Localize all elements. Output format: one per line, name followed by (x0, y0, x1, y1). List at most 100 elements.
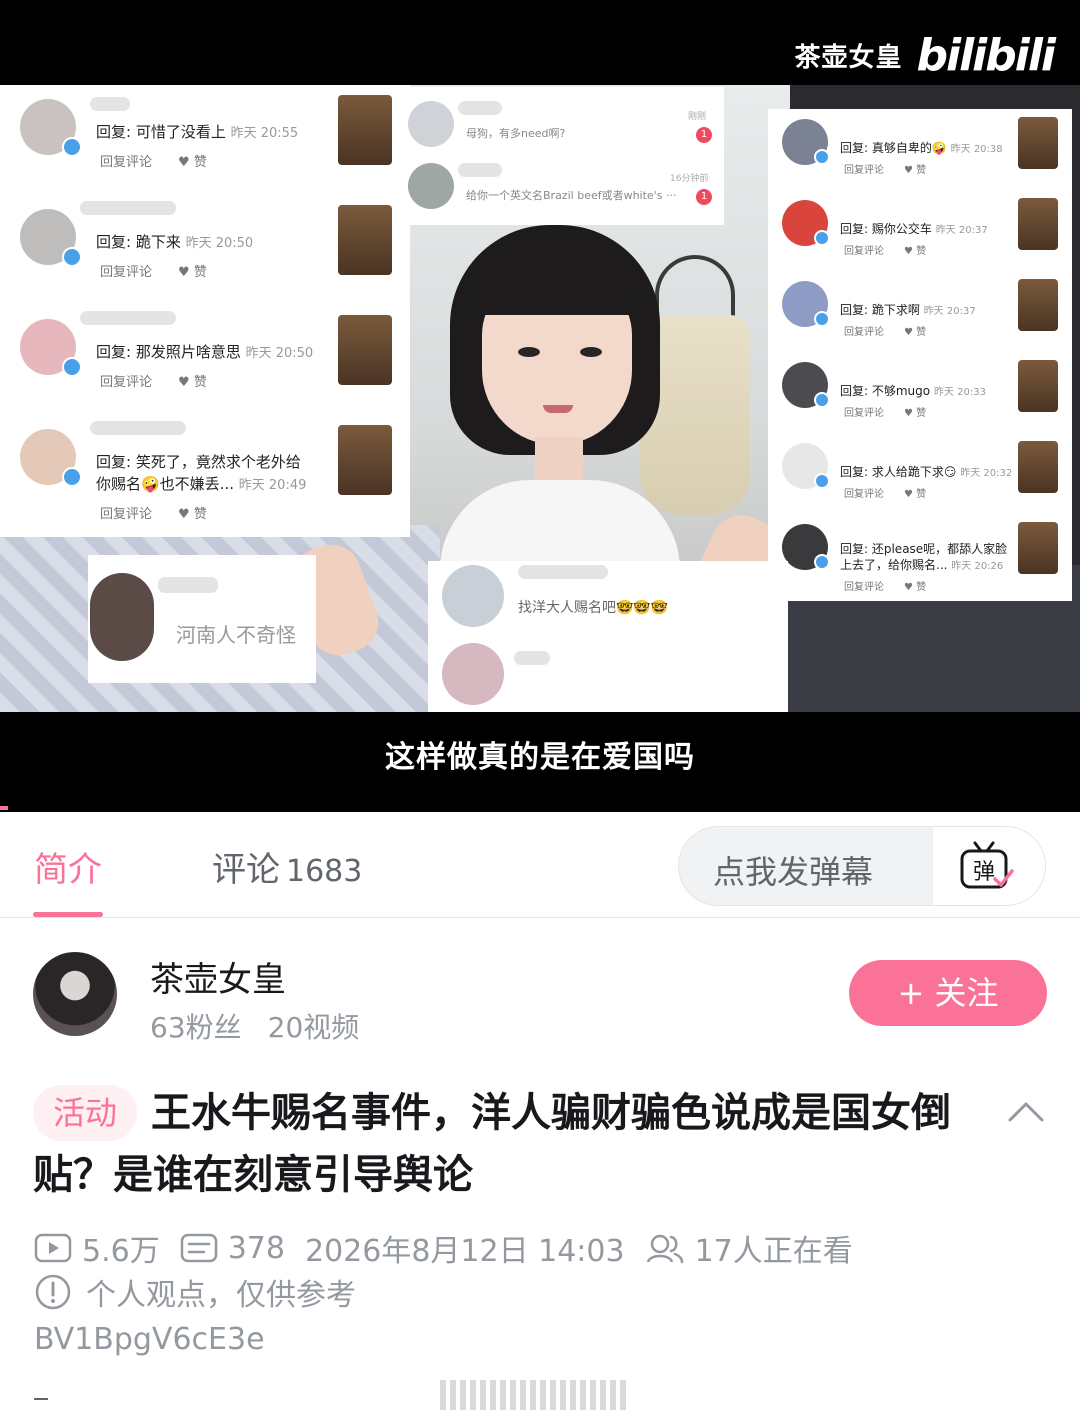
divider-dash (34, 1398, 48, 1400)
watermark-uploader-name: 茶壶女皇 (794, 43, 903, 73)
video-progress-bar[interactable] (0, 806, 8, 810)
verified-icon (62, 247, 82, 267)
comment-reply: 回复: 跪下求啊 (840, 303, 920, 317)
comment-reply: 回复: 赐你公交车 (840, 222, 932, 236)
watching-count: 17人正在看 (694, 1234, 853, 1269)
verified-icon (62, 467, 82, 487)
verified-icon (814, 392, 830, 408)
tab-intro[interactable]: 简介 (34, 842, 102, 891)
message-time: 16分钟前 (670, 174, 709, 184)
comment-screenshot-left: 回复: 可惜了没看上 昨天 20:55 回复评论 ♥ 赞 回复: 跪下来 昨天 … (0, 85, 410, 537)
comment-thumbnail (338, 425, 392, 495)
comment-time: 昨天 20:50 (245, 346, 314, 361)
like-label: 赞 (916, 582, 927, 593)
tab-comments[interactable]: 评论 1683 (212, 842, 362, 891)
avatar (408, 163, 454, 209)
comment-item: 回复: 可惜了没看上 昨天 20:55 回复评论 ♥ 赞 (0, 85, 410, 195)
like-label: 赞 (916, 165, 927, 176)
reply-comment-link: 回复评论 (844, 246, 884, 257)
verified-icon (814, 149, 830, 165)
play-count-icon (34, 1233, 72, 1263)
verified-icon (62, 357, 82, 377)
comment-thumbnail (338, 95, 392, 165)
like-label: 赞 (916, 408, 927, 419)
comment-thumbnail (1018, 117, 1058, 169)
videos-count: 20视频 (267, 1011, 360, 1044)
disclaimer: 个人观点，仅供参考 (34, 1270, 356, 1314)
verified-icon (814, 473, 830, 489)
comment-time: 昨天 20:37 (935, 225, 988, 236)
weibo-watermark (440, 1380, 630, 1410)
comment-thumbnail (1018, 522, 1058, 574)
video-meta: 5.6万 378 2026年8月12日 14:03 17人正在看 (34, 1226, 873, 1270)
danmaku-count-icon (180, 1233, 217, 1263)
unread-badge: 1 (696, 189, 712, 205)
chevron-up-icon[interactable] (1006, 1096, 1046, 1126)
video-watermark: 茶壶女皇 bilibili (794, 30, 1057, 81)
uploader-name[interactable]: 茶壶女皇 (150, 952, 286, 1001)
fans-count: 63粉丝 (150, 1011, 242, 1044)
comment-thumbnail (1018, 441, 1058, 493)
reply-comment-link: 回复评论 (844, 165, 884, 176)
verified-icon (814, 311, 830, 327)
like-label: 赞 (916, 327, 927, 338)
like-label: 赞 (193, 265, 207, 280)
like-label: 赞 (916, 489, 927, 500)
comment-reply: 回复: 不够mugo (840, 384, 931, 398)
comment-count: 1683 (286, 854, 363, 889)
comment-reply: 回复: 那发照片啥意思 (96, 343, 241, 361)
comment-thumbnail (338, 315, 392, 385)
like-label: 赞 (193, 507, 207, 522)
comment-time: 昨天 20:32 (960, 468, 1013, 479)
avatar (442, 565, 504, 627)
reply-comment-link: 回复评论 (844, 582, 884, 593)
follow-button[interactable]: + 关注 (849, 960, 1047, 1026)
comment-thumbnail (1018, 279, 1058, 331)
tab-active-indicator (33, 912, 103, 917)
avatar (90, 573, 154, 661)
verified-icon (814, 230, 830, 246)
like-label: 赞 (193, 375, 207, 390)
comment-reply-cont: 你赐名🤪也不嫌丢... (96, 475, 234, 493)
comment-reply: 回复: 真够自卑的🤪 (840, 141, 947, 155)
comment-time: 昨天 20:55 (230, 126, 299, 141)
comment-text: 找洋大人赐名吧🤓🤓🤓 (518, 600, 669, 616)
comment-reply: 回复: 求人给跪下求😏 (840, 465, 957, 479)
danmaku-icon-label: 弹 (973, 860, 995, 885)
activity-tag[interactable]: 活动 (33, 1085, 138, 1141)
comment-text: 河南人不奇怪 (176, 623, 296, 647)
comment-time: 昨天 20:37 (923, 306, 976, 317)
comment-item: 回复: 那发照片啥意思 昨天 20:50 回复评论 ♥ 赞 (0, 305, 410, 415)
avatar (442, 643, 504, 705)
comment-time: 昨天 20:50 (185, 236, 254, 251)
danmaku-count: 378 (227, 1230, 285, 1266)
video-subtitle: 这样做真的是在爱国吗 (385, 740, 695, 775)
video-player[interactable]: 茶壶女皇 bilibili 回复: 可惜了没看上 昨天 20:55 回复评论 ♥… (0, 0, 1080, 812)
message-text: 母狗，有多need啊? (466, 127, 566, 140)
comment-thumbnail (1018, 198, 1058, 250)
verified-icon (814, 554, 830, 570)
message-screenshot: 母狗，有多need啊? 刚刚 1 给你一个英文名Brazil beef或者whi… (398, 87, 724, 225)
comment-time: 昨天 20:33 (933, 387, 986, 398)
reply-comment-link: 回复评论 (844, 327, 884, 338)
comment-bubble-center: 找洋大人赐名吧🤓🤓🤓 (428, 561, 788, 712)
danmaku-icon: 弹 (960, 841, 1014, 889)
disclaimer-text: 个人观点，仅供参考 (86, 1278, 356, 1313)
reply-comment-link: 回复评论 (844, 408, 884, 419)
info-icon (35, 1274, 71, 1310)
danmaku-input[interactable]: 点我发弹幕 弹 (678, 826, 1046, 906)
comment-screenshot-right: 回复: 真够自卑的🤪 昨天 20:38 回复评论 ♥ 赞 回复: 赐你公交车 昨… (768, 109, 1072, 601)
comment-thumbnail (338, 205, 392, 275)
message-time: 刚刚 (688, 112, 707, 122)
reply-comment-link: 回复评论 (100, 507, 153, 522)
view-count: 5.6万 (82, 1234, 160, 1269)
comment-time: 昨天 20:26 (951, 561, 1004, 572)
reply-comment-link: 回复评论 (100, 265, 153, 280)
uploader-avatar[interactable] (33, 952, 117, 1036)
like-label: 赞 (193, 155, 207, 170)
comment-reply: 回复: 跪下来 (96, 233, 181, 251)
video-title-text: 王水牛赐名事件，洋人骗财骗色说成是国女倒贴？是谁在刻意引导舆论 (33, 1090, 952, 1198)
comment-bubble-henan: 河南人不奇怪 (88, 555, 316, 683)
reply-comment-link: 回复评论 (844, 489, 884, 500)
danmaku-toggle-button[interactable]: 弹 (933, 827, 1045, 905)
